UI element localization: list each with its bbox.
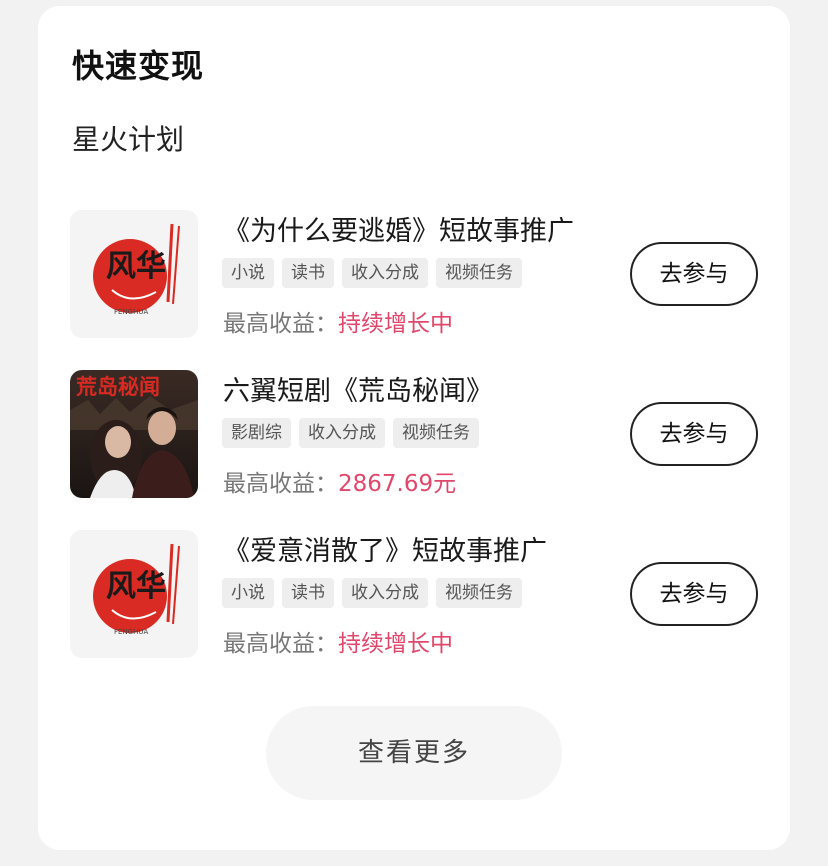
tag: 收入分成 (342, 578, 428, 608)
task-title[interactable]: 《爱意消散了》短故事推广 (223, 532, 547, 572)
tag: 收入分成 (299, 418, 385, 448)
join-button[interactable]: 去参与 (630, 402, 758, 466)
fenghua-logo-thumbnail: 风华 FENGHUA (70, 210, 198, 338)
logo-subtext: FENGHUA (114, 628, 148, 636)
earnings-value: 2867.69元 (338, 471, 457, 497)
plan-subtitle: 星火计划 (72, 123, 185, 156)
tag: 影剧综 (222, 418, 291, 448)
quick-monetize-card: 快速变现 星火计划 风华 FENGHUA 《为什么要逃婚》短故事推广 小说 读书… (38, 6, 790, 850)
tag: 收入分成 (342, 258, 428, 288)
task-item[interactable]: 荒岛秘闻 六翼短剧《荒岛秘闻》 影剧综 收入分成 视频任务 最高收益：2867.… (70, 370, 760, 500)
task-item[interactable]: 风华 FENGHUA 《为什么要逃婚》短故事推广 小说 读书 收入分成 视频任务… (70, 210, 760, 340)
tag: 视频任务 (393, 418, 479, 448)
tag-list: 影剧综 收入分成 视频任务 (222, 418, 479, 448)
tag-list: 小说 读书 收入分成 视频任务 (222, 258, 522, 288)
view-more-button[interactable]: 查看更多 (266, 706, 562, 800)
earnings-label: 最高收益： (223, 631, 338, 657)
poster-title-text: 荒岛秘闻 (76, 375, 160, 399)
task-item[interactable]: 风华 FENGHUA 《爱意消散了》短故事推广 小说 读书 收入分成 视频任务 … (70, 530, 760, 660)
earnings-label: 最高收益： (223, 311, 338, 337)
earnings-value: 持续增长中 (338, 311, 453, 337)
fenghua-logo-thumbnail: 风华 FENGHUA (70, 530, 198, 658)
join-button[interactable]: 去参与 (630, 242, 758, 306)
earnings-label: 最高收益： (223, 471, 338, 497)
max-earnings: 最高收益：持续增长中 (223, 626, 453, 662)
join-button[interactable]: 去参与 (630, 562, 758, 626)
logo-subtext: FENGHUA (114, 308, 148, 316)
max-earnings: 最高收益：2867.69元 (223, 466, 456, 502)
task-title[interactable]: 六翼短剧《荒岛秘闻》 (223, 372, 493, 412)
max-earnings: 最高收益：持续增长中 (223, 306, 453, 342)
tag-list: 小说 读书 收入分成 视频任务 (222, 578, 522, 608)
task-title[interactable]: 《为什么要逃婚》短故事推广 (223, 212, 574, 252)
tag: 读书 (282, 578, 334, 608)
tag: 视频任务 (436, 258, 522, 288)
logo-text: 风华 (106, 249, 166, 284)
section-title: 快速变现 (72, 47, 205, 85)
earnings-value: 持续增长中 (338, 631, 453, 657)
tag: 小说 (222, 258, 274, 288)
tag: 读书 (282, 258, 334, 288)
tag: 小说 (222, 578, 274, 608)
tag: 视频任务 (436, 578, 522, 608)
logo-text: 风华 (106, 569, 166, 604)
drama-poster-thumbnail: 荒岛秘闻 (70, 370, 198, 498)
